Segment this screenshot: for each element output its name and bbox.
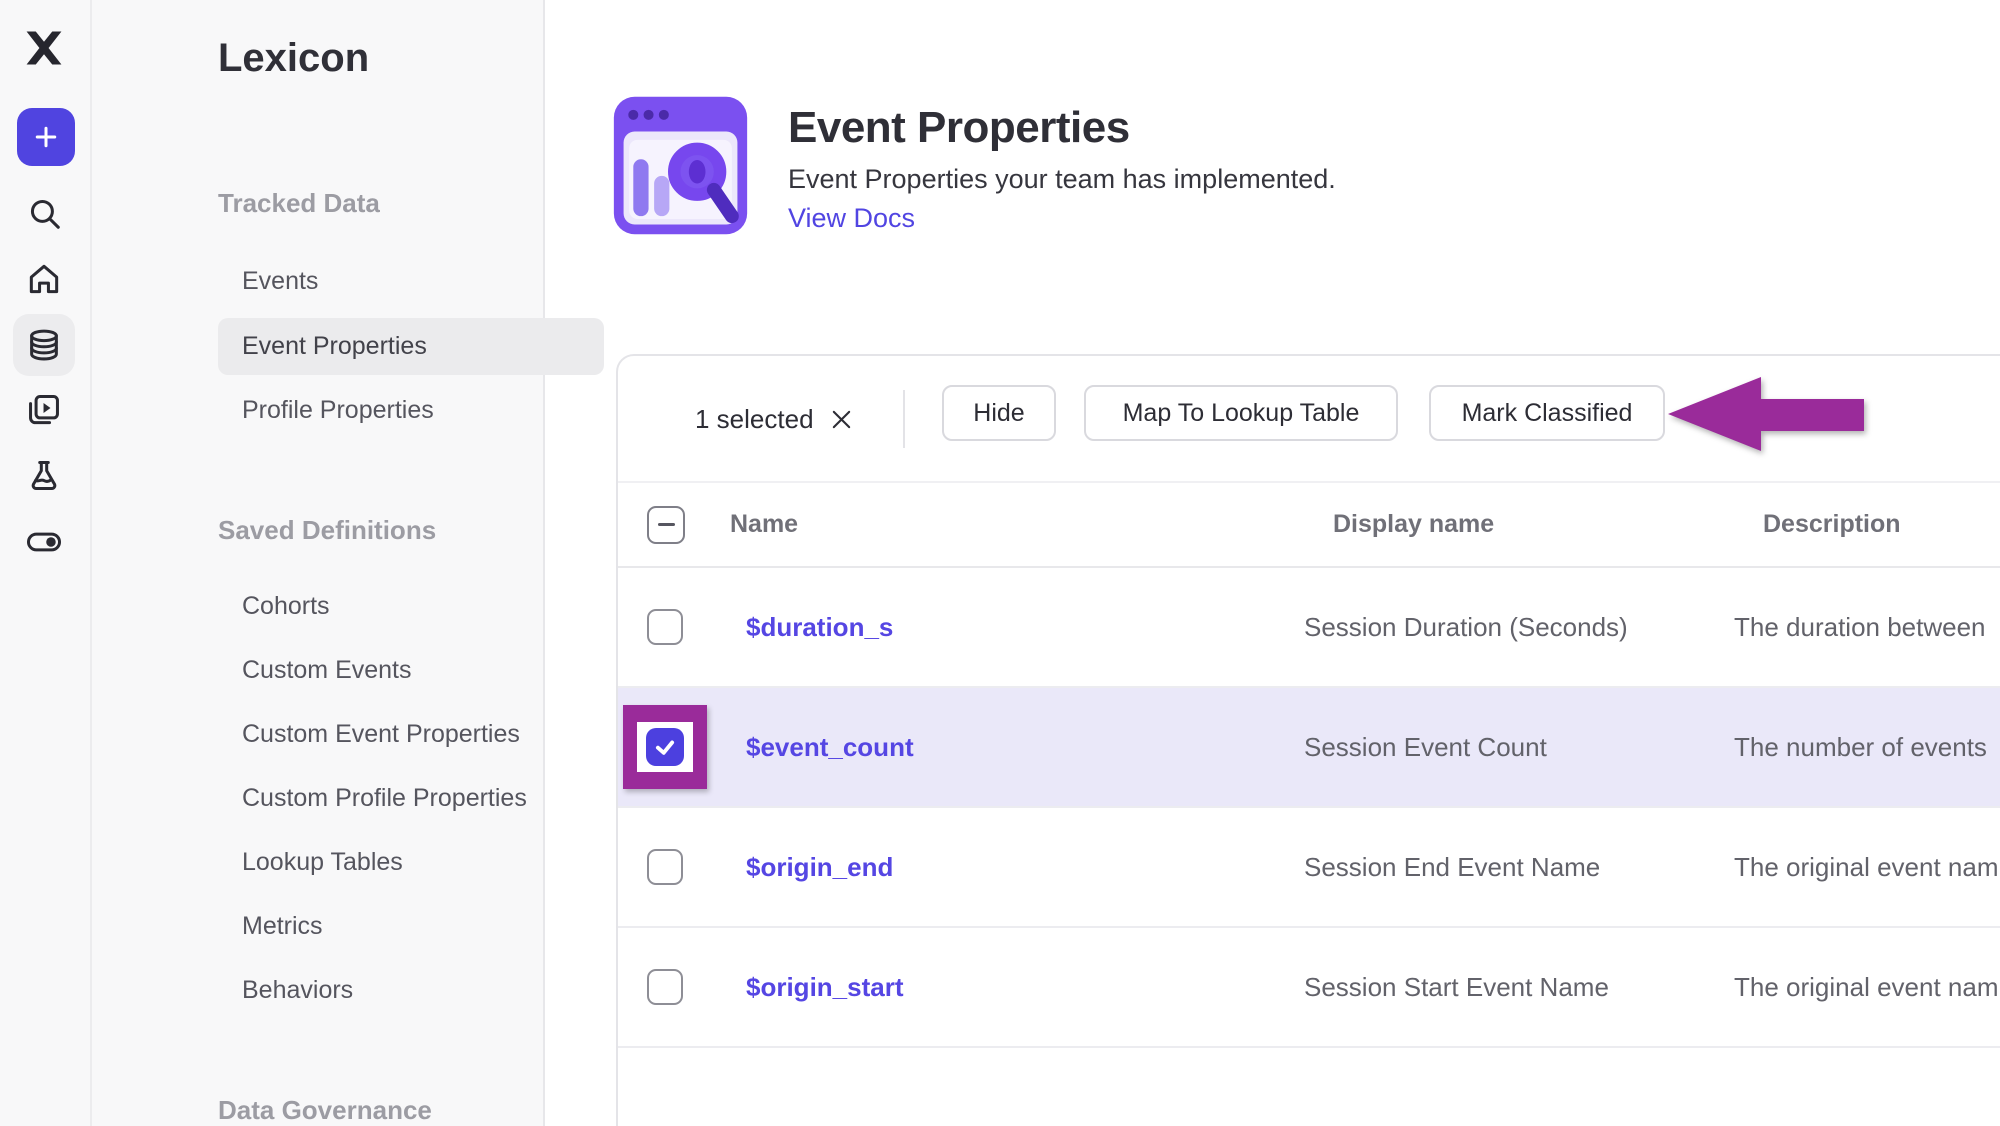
row-checkbox[interactable] bbox=[647, 609, 683, 645]
property-name-link[interactable]: $origin_start bbox=[746, 972, 1304, 1003]
sidebar-item-event-properties[interactable]: Event Properties bbox=[218, 318, 604, 375]
section-tracked-data: Tracked Data bbox=[218, 183, 380, 223]
property-display-name: Session End Event Name bbox=[1304, 852, 1734, 883]
map-to-lookup-table-button[interactable]: Map To Lookup Table bbox=[1084, 385, 1398, 441]
sidebar-item-custom-profile-properties[interactable]: Custom Profile Properties bbox=[242, 778, 527, 818]
icon-rail bbox=[0, 0, 92, 1126]
annotation-arrow bbox=[1664, 370, 1869, 462]
table-row: $origin_end Session End Event Name The o… bbox=[618, 808, 2000, 928]
row-checkbox[interactable] bbox=[647, 969, 683, 1005]
property-description: The duration between bbox=[1734, 612, 2000, 643]
mixpanel-logo-icon[interactable] bbox=[22, 26, 66, 70]
toggle-icon[interactable] bbox=[20, 518, 68, 566]
table-row-selected: $event_count Session Event Count The num… bbox=[618, 688, 2000, 808]
selection-status: 1 selected bbox=[695, 356, 854, 483]
table-row: $origin_start Session Start Event Name T… bbox=[618, 928, 2000, 1048]
sidebar-item-cohorts[interactable]: Cohorts bbox=[242, 586, 330, 626]
indeterminate-mark bbox=[658, 523, 675, 526]
property-name-link[interactable]: $duration_s bbox=[746, 612, 1304, 643]
data-definitions-icon[interactable] bbox=[20, 321, 68, 369]
event-properties-illustration-icon bbox=[611, 94, 750, 237]
sidebar-item-lookup-tables[interactable]: Lookup Tables bbox=[242, 842, 403, 882]
section-data-governance: Data Governance bbox=[218, 1090, 432, 1126]
view-docs-link[interactable]: View Docs bbox=[788, 203, 915, 234]
annotation-highlight-frame bbox=[623, 705, 707, 789]
toolbar-divider bbox=[903, 390, 905, 448]
selection-toolbar: 1 selected Hide Map To Lookup Table Mark… bbox=[618, 356, 2000, 483]
row-checkbox-checked[interactable] bbox=[646, 728, 684, 766]
property-display-name: Session Duration (Seconds) bbox=[1304, 612, 1734, 643]
event-properties-table-card: 1 selected Hide Map To Lookup Table Mark… bbox=[616, 354, 2000, 1126]
search-icon[interactable] bbox=[20, 189, 68, 237]
sidebar-item-metrics[interactable]: Metrics bbox=[242, 906, 323, 946]
mark-classified-button[interactable]: Mark Classified bbox=[1429, 385, 1665, 441]
property-description: The number of events bbox=[1734, 732, 2000, 763]
property-display-name: Session Event Count bbox=[1304, 732, 1734, 763]
property-description: The original event nam bbox=[1734, 972, 2000, 1003]
sidebar-item-custom-event-properties[interactable]: Custom Event Properties bbox=[242, 714, 520, 754]
sidebar-item-label: Event Properties bbox=[242, 318, 427, 375]
home-icon[interactable] bbox=[20, 255, 68, 303]
page-subtitle: Event Properties your team has implement… bbox=[788, 164, 1336, 195]
sidebar-item-behaviors[interactable]: Behaviors bbox=[242, 970, 353, 1010]
table-header-row: Name Display name Description bbox=[618, 483, 2000, 568]
section-saved-definitions: Saved Definitions bbox=[218, 510, 436, 550]
selected-count-label: 1 selected bbox=[695, 404, 814, 435]
boards-icon[interactable] bbox=[20, 386, 68, 434]
clear-selection-icon[interactable] bbox=[830, 408, 854, 432]
property-name-link[interactable]: $event_count bbox=[746, 732, 1304, 763]
select-all-checkbox[interactable] bbox=[647, 506, 685, 544]
column-header-name: Name bbox=[730, 510, 1333, 539]
lexicon-app: Lexicon Tracked Data Events Event Proper… bbox=[0, 0, 2000, 1126]
lexicon-sidebar: Lexicon Tracked Data Events Event Proper… bbox=[92, 0, 545, 1126]
table-row: $duration_s Session Duration (Seconds) T… bbox=[618, 568, 2000, 688]
property-name-link[interactable]: $origin_end bbox=[746, 852, 1304, 883]
sidebar-item-custom-events[interactable]: Custom Events bbox=[242, 650, 412, 690]
row-checkbox[interactable] bbox=[647, 849, 683, 885]
property-display-name: Session Start Event Name bbox=[1304, 972, 1734, 1003]
property-description: The original event nam bbox=[1734, 852, 2000, 883]
create-button[interactable] bbox=[17, 108, 75, 166]
sidebar-item-events[interactable]: Events bbox=[242, 261, 318, 301]
page-title: Event Properties bbox=[788, 103, 1130, 153]
sidebar-title: Lexicon bbox=[218, 36, 369, 81]
column-header-description: Description bbox=[1763, 510, 2000, 539]
experiments-flask-icon[interactable] bbox=[20, 452, 68, 500]
column-header-display-name: Display name bbox=[1333, 510, 1763, 539]
sidebar-item-profile-properties[interactable]: Profile Properties bbox=[242, 390, 434, 430]
hide-button[interactable]: Hide bbox=[942, 385, 1056, 441]
annotation-inner bbox=[637, 722, 693, 772]
